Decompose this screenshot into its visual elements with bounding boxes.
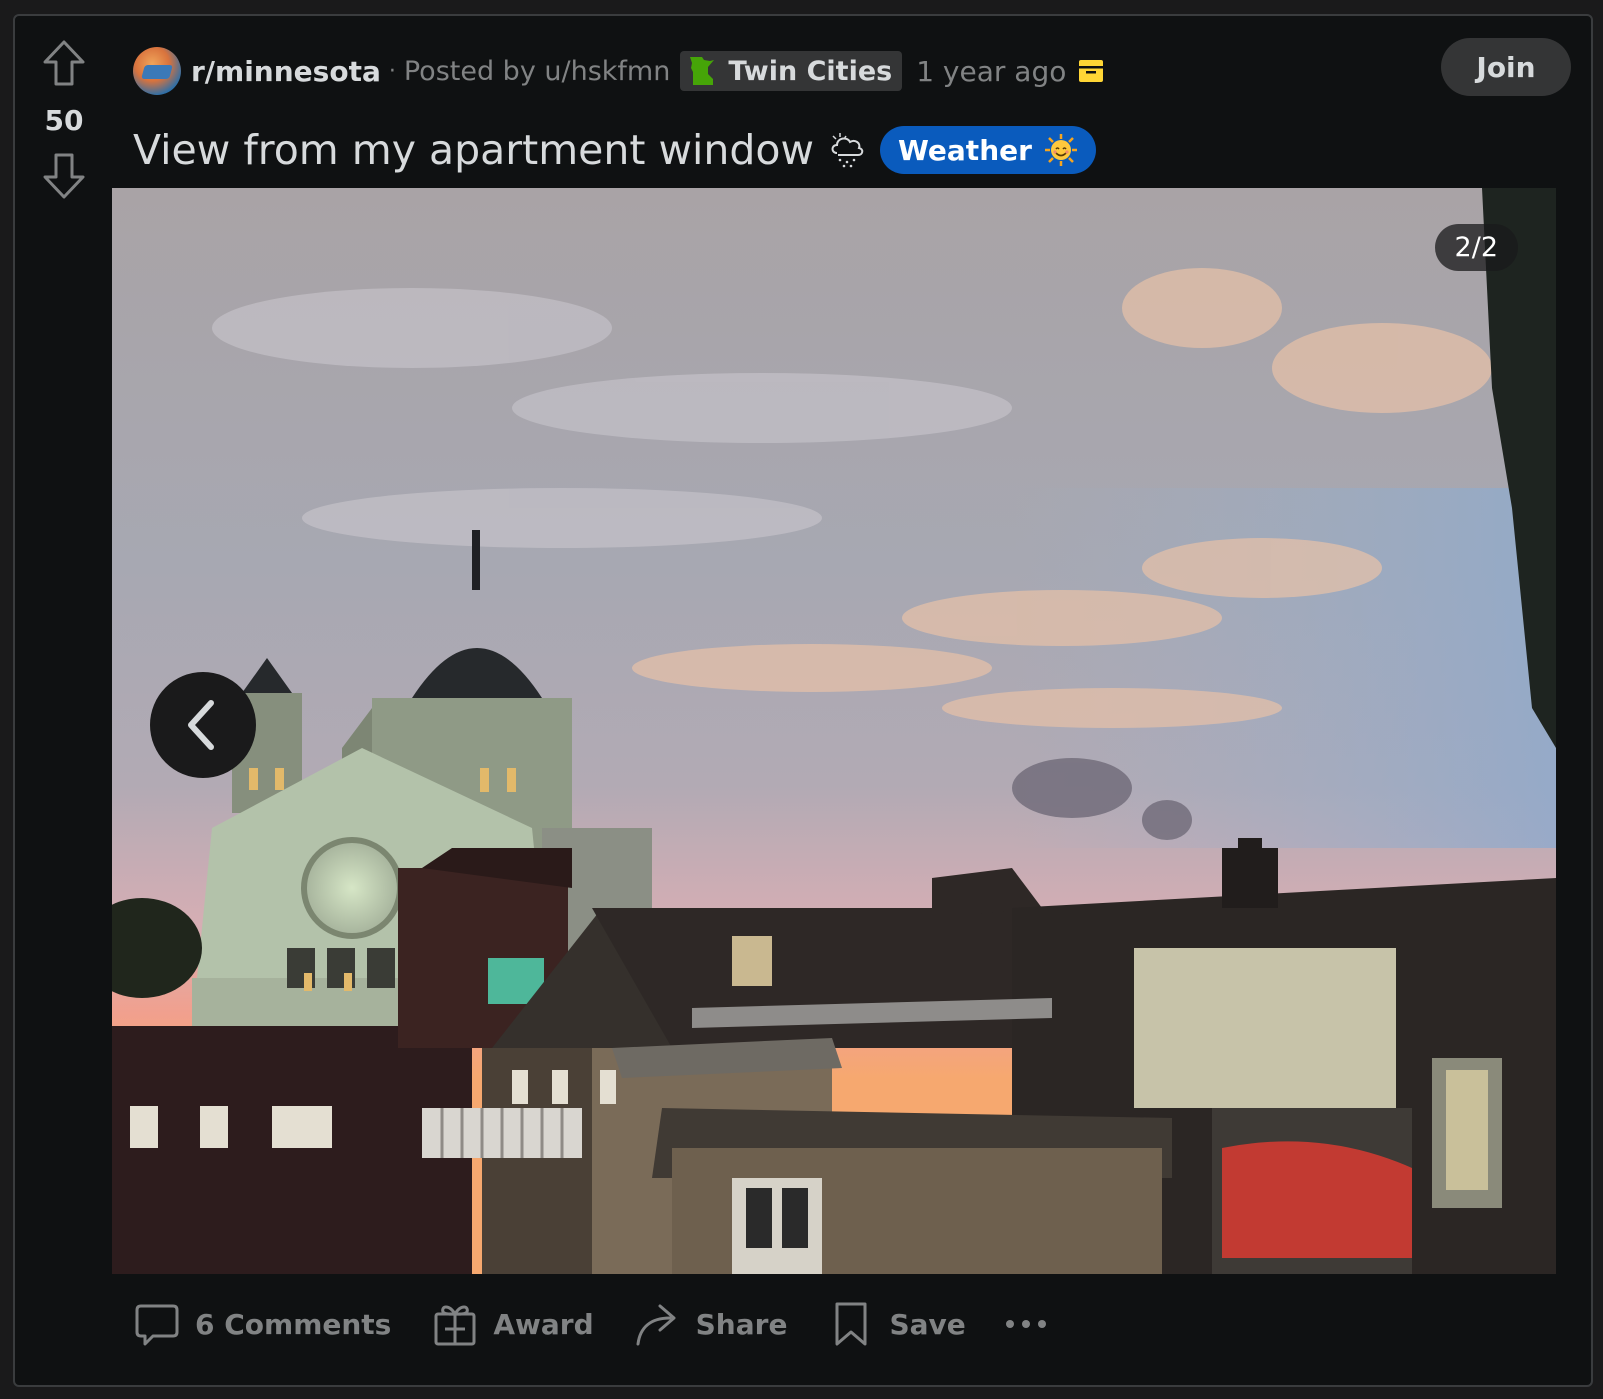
archive-icon bbox=[1079, 60, 1104, 82]
more-options-button[interactable] bbox=[1005, 1320, 1046, 1328]
vote-score: 50 bbox=[44, 104, 84, 137]
subreddit-avatar[interactable] bbox=[133, 47, 181, 95]
upvote-icon[interactable] bbox=[39, 38, 89, 88]
post-header: r/minnesota · Posted by u/hskfmn Twin Ci… bbox=[133, 38, 1571, 104]
vote-column: 50 bbox=[15, 16, 113, 1385]
post-actions-bar: 6 Comments Award Share Save bbox=[133, 1284, 1046, 1364]
award-button[interactable]: Award bbox=[431, 1300, 594, 1348]
post-time[interactable]: 1 year ago bbox=[916, 55, 1066, 88]
award-label: Award bbox=[493, 1307, 594, 1341]
post-flair-label: Weather bbox=[898, 133, 1032, 167]
bookmark-icon bbox=[835, 1302, 867, 1346]
comments-label: 6 Comments bbox=[195, 1307, 392, 1341]
title-row: View from my apartment window Weather bbox=[133, 118, 1096, 182]
posted-by-link[interactable]: Posted by u/hskfmn bbox=[404, 56, 670, 87]
save-button[interactable]: Save bbox=[827, 1300, 966, 1348]
gallery-counter: 2/2 bbox=[1434, 224, 1518, 271]
post-media-gallery[interactable]: 2/2 bbox=[112, 188, 1556, 1274]
ellipsis-icon bbox=[1005, 1320, 1014, 1328]
share-icon bbox=[636, 1304, 676, 1346]
gift-icon bbox=[434, 1305, 476, 1346]
gallery-image bbox=[112, 188, 1556, 1274]
share-label: Share bbox=[695, 1307, 788, 1341]
post-flair[interactable]: Weather bbox=[880, 126, 1096, 174]
subreddit-link[interactable]: r/minnesota bbox=[191, 55, 381, 88]
user-flair: Twin Cities bbox=[680, 51, 903, 91]
cloud-snow-icon bbox=[831, 133, 864, 168]
post-title[interactable]: View from my apartment window bbox=[133, 126, 814, 174]
chevron-left-icon bbox=[188, 700, 214, 750]
separator-dot: · bbox=[388, 58, 396, 84]
join-button[interactable]: Join bbox=[1441, 38, 1571, 96]
downvote-icon[interactable] bbox=[39, 151, 89, 201]
comment-icon bbox=[135, 1304, 179, 1346]
comments-button[interactable]: 6 Comments bbox=[133, 1300, 391, 1348]
gallery-prev-button[interactable] bbox=[150, 672, 256, 778]
post-card[interactable]: 50 r/minnesota · Posted by u/hskfmn Twin… bbox=[13, 14, 1593, 1387]
smiling-sun-icon bbox=[1044, 134, 1077, 166]
minnesota-state-icon bbox=[690, 57, 715, 85]
user-flair-label: Twin Cities bbox=[728, 55, 893, 87]
save-label: Save bbox=[889, 1307, 966, 1341]
share-button[interactable]: Share bbox=[634, 1300, 788, 1348]
